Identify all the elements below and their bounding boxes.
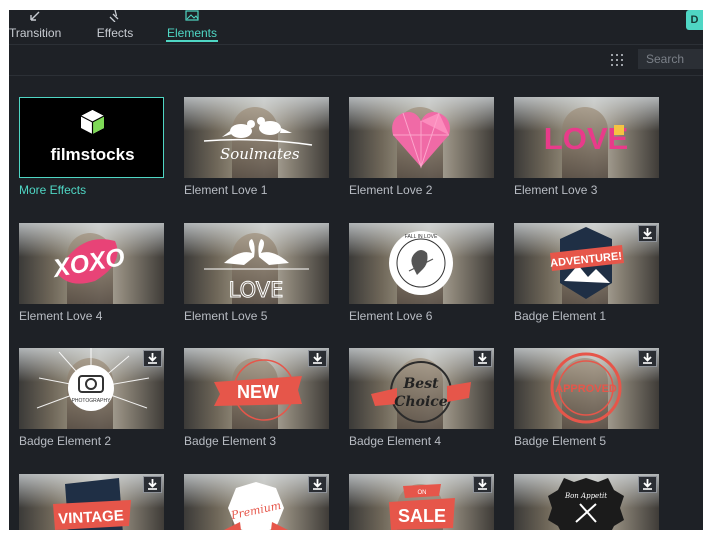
element-love-4-thumbnail[interactable]: XOXO xyxy=(19,223,164,304)
download-button[interactable] xyxy=(638,225,657,242)
elements-library-panel: Transition Effects Elements D Search fil… xyxy=(9,10,703,530)
sale-on-text: ON xyxy=(418,490,427,496)
download-button[interactable] xyxy=(143,476,162,493)
download-button[interactable] xyxy=(308,476,327,493)
vintage-text: VINTAGE xyxy=(58,507,124,527)
item-caption: Badge Element 4 xyxy=(349,434,442,448)
download-icon xyxy=(313,353,322,364)
download-icon xyxy=(148,479,157,490)
download-icon xyxy=(478,479,487,490)
search-input[interactable] xyxy=(638,49,703,69)
premium-thumbnail[interactable]: Premium xyxy=(184,474,329,530)
choice-text: Choice xyxy=(394,394,448,410)
tab-elements-label: Elements xyxy=(166,26,218,40)
transition-icon xyxy=(30,11,40,21)
download-icon xyxy=(643,353,652,364)
element-item-love-4[interactable]: XOXO Element Love 4 xyxy=(19,223,164,323)
active-tab-indicator xyxy=(166,40,218,42)
item-caption: Badge Element 5 xyxy=(514,434,607,448)
download-button[interactable] xyxy=(638,476,657,493)
download-button[interactable] xyxy=(308,350,327,367)
tab-transition-label: Transition xyxy=(9,26,62,40)
element-item-sale[interactable]: ON SALE xyxy=(349,474,494,530)
tab-elements[interactable]: Elements xyxy=(166,10,218,44)
download-button[interactable] xyxy=(143,350,162,367)
badge-element-4-thumbnail[interactable]: Best Choice xyxy=(349,348,494,429)
vintage-thumbnail[interactable]: VINTAGE xyxy=(19,474,164,530)
item-caption: Badge Element 2 xyxy=(19,434,112,448)
download-button[interactable] xyxy=(473,476,492,493)
item-caption: Badge Element 1 xyxy=(514,309,607,323)
download-icon xyxy=(313,479,322,490)
element-item-love-2[interactable]: Element Love 2 xyxy=(349,97,494,197)
element-item-badge-5[interactable]: APPROVED Badge Element 5 xyxy=(514,348,659,448)
best-text: Best xyxy=(402,376,439,392)
element-item-badge-3[interactable]: NEW Badge Element 3 xyxy=(184,348,329,448)
item-caption: Element Love 2 xyxy=(349,183,433,197)
download-button[interactable] xyxy=(638,350,657,367)
filmstocks-wordmark: filmstocks xyxy=(50,145,134,164)
photography-text: PHOTOGRAPHY xyxy=(72,398,111,404)
item-caption: Element Love 4 xyxy=(19,309,103,323)
cupid-badge-graphic: FALL IN LOVE xyxy=(389,231,453,295)
cupid-ring-text: FALL IN LOVE xyxy=(405,234,438,240)
download-icon xyxy=(643,479,652,490)
tab-effects[interactable]: Effects xyxy=(91,10,139,44)
tab-transition[interactable]: Transition xyxy=(9,10,61,44)
item-caption: Element Love 5 xyxy=(184,309,268,323)
bon-appetit-text: Bon Appetit xyxy=(564,492,607,500)
element-love-6-thumbnail[interactable]: FALL IN LOVE xyxy=(349,223,494,304)
element-item-more-effects[interactable]: filmstocks More Effects xyxy=(19,97,164,197)
approved-text: APPROVED xyxy=(555,383,617,395)
badge-element-5-thumbnail[interactable]: APPROVED xyxy=(514,348,659,429)
element-item-love-1[interactable]: Soulmates Element Love 1 xyxy=(184,97,329,197)
badge-element-1-thumbnail[interactable]: ADVENTURE! xyxy=(514,223,659,304)
pink-heart-graphic xyxy=(392,112,450,169)
soulmates-text: Soulmates xyxy=(220,145,300,163)
element-item-badge-1[interactable]: ADVENTURE! Badge Element 1 xyxy=(514,223,659,323)
element-love-3-thumbnail[interactable]: LOVE xyxy=(514,97,659,178)
bon-appetit-thumbnail[interactable]: Bon Appetit xyxy=(514,474,659,530)
soulmates-birds-graphic: Soulmates xyxy=(203,117,313,163)
item-caption: Element Love 1 xyxy=(184,183,268,197)
item-caption: More Effects xyxy=(19,183,87,197)
element-item-badge-2[interactable]: PHOTOGRAPHY Badge Element 2 xyxy=(19,348,164,448)
new-text: NEW xyxy=(237,382,279,402)
grid-view-icon[interactable] xyxy=(610,53,624,67)
effects-icon xyxy=(109,10,119,22)
element-item-premium[interactable]: Premium xyxy=(184,474,329,530)
xoxo-text: XOXO xyxy=(49,243,128,284)
library-toolbar xyxy=(9,45,703,76)
element-item-love-3[interactable]: LOVE Element Love 3 xyxy=(514,97,659,197)
element-love-5-thumbnail[interactable]: LOVE xyxy=(184,223,329,304)
love-pink-graphic: LOVE xyxy=(544,121,628,156)
corner-action-button[interactable]: D xyxy=(686,10,703,30)
download-button[interactable] xyxy=(473,350,492,367)
badge-element-2-thumbnail[interactable]: PHOTOGRAPHY xyxy=(19,348,164,429)
filmstocks-thumbnail[interactable]: filmstocks xyxy=(19,97,164,178)
elements-icon xyxy=(185,10,199,21)
element-item-bon-appetit[interactable]: Bon Appetit xyxy=(514,474,659,530)
element-item-badge-4[interactable]: Best Choice Badge Element 4 xyxy=(349,348,494,448)
item-caption: Element Love 6 xyxy=(349,309,433,323)
swans-love-graphic: LOVE xyxy=(204,239,309,303)
sale-text: SALE xyxy=(398,506,446,526)
media-tab-bar: Transition Effects Elements D xyxy=(9,10,703,45)
download-icon xyxy=(478,353,487,364)
item-caption: Element Love 3 xyxy=(514,183,598,197)
xoxo-graphic: XOXO xyxy=(49,239,128,284)
element-item-love-5[interactable]: LOVE Element Love 5 xyxy=(184,223,329,323)
badge-element-3-thumbnail[interactable]: NEW xyxy=(184,348,329,429)
filmstocks-logo: filmstocks xyxy=(50,110,135,164)
element-love-1-thumbnail[interactable]: Soulmates xyxy=(184,97,329,178)
element-love-2-thumbnail[interactable] xyxy=(349,97,494,178)
item-caption: Badge Element 3 xyxy=(184,434,277,448)
love-outline-text: LOVE xyxy=(229,278,284,302)
sale-thumbnail[interactable]: ON SALE xyxy=(349,474,494,530)
tab-effects-label: Effects xyxy=(96,26,134,40)
element-item-love-6[interactable]: FALL IN LOVE Element Love 6 xyxy=(349,223,494,323)
download-icon xyxy=(643,228,652,239)
element-item-vintage[interactable]: VINTAGE xyxy=(19,474,164,530)
download-icon xyxy=(148,353,157,364)
